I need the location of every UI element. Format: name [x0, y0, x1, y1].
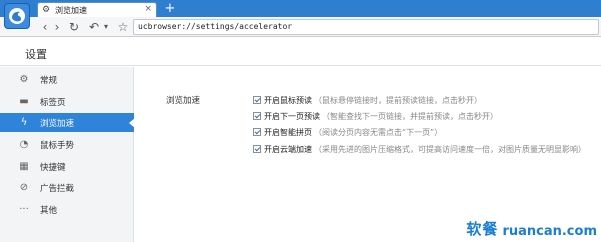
new-tab-button[interactable]: +: [163, 2, 177, 15]
close-icon[interactable]: ×: [144, 4, 152, 14]
sidebar-item-label: 快捷键: [40, 162, 66, 173]
option-next-page-preread[interactable]: 开启下一页预读 （智能查找下一页链接，并提前预读，点击秒开）: [253, 110, 498, 122]
sidebar-item-other[interactable]: ··· 其他: [0, 200, 134, 219]
sidebar-item-label: 其他: [40, 205, 58, 216]
lightning-icon: ϟ: [20, 116, 28, 128]
settings-sidebar: ⚙ 常规 ▬ 标签页 ϟ 浏览加速 ◔ 鼠标手势 ▦ 快捷键 ⊘ 广告拦截 ··…: [0, 67, 135, 242]
tab-title: 浏览加速: [55, 5, 87, 15]
forward-icon[interactable]: ›: [50, 20, 64, 34]
settings-content: 浏览加速 开启鼠标预读 （鼠标悬停链接时，提前预读链接，点击秒开） 开启下一页预…: [135, 67, 601, 242]
sidebar-item-mouse-gesture[interactable]: ◔ 鼠标手势: [0, 135, 134, 154]
section-label: 浏览加速: [166, 96, 201, 106]
settings-header: 设置: [0, 38, 601, 66]
checkbox[interactable]: [253, 112, 261, 120]
option-label: 开启云端加速: [264, 144, 312, 154]
browser-toolbar: ‹ › ↻ ↶ ▾ ☆ ucbrowser://settings/acceler…: [0, 17, 601, 37]
address-bar[interactable]: ucbrowser://settings/accelerator: [133, 19, 599, 35]
option-label: 开启下一页预读: [264, 111, 320, 121]
tab-icon: ▬: [19, 95, 29, 107]
watermark: 软餐 ruancan.com: [466, 218, 597, 239]
more-icon: ···: [19, 203, 29, 215]
watermark-en: ruancan.com: [502, 224, 597, 239]
option-mouse-preread[interactable]: 开启鼠标预读 （鼠标悬停链接时，提前预读链接，点击秒开）: [253, 94, 482, 106]
sidebar-item-label: 常规: [40, 75, 58, 86]
gear-icon: ⚙: [19, 73, 29, 85]
page-title: 设置: [25, 48, 47, 61]
uc-browser-logo[interactable]: [4, 3, 30, 29]
sidebar-item-accelerator[interactable]: ϟ 浏览加速: [0, 113, 135, 132]
option-cloud-acceleration[interactable]: 开启云端加速 （采用先进的图片压缩格式，可提高访问速度一倍，对图片质量无明显影响…: [253, 143, 586, 155]
option-description: （鼠标悬停链接时，提前预读链接，点击秒开）: [314, 95, 482, 105]
sidebar-item-label: 浏览加速: [40, 118, 75, 129]
tab-settings-accelerator[interactable]: ⚙ 浏览加速 ×: [37, 2, 157, 17]
checkbox[interactable]: [253, 128, 261, 136]
checkbox[interactable]: [253, 96, 261, 104]
sidebar-item-general[interactable]: ⚙ 常规: [0, 70, 134, 89]
sidebar-item-adblock[interactable]: ⊘ 广告拦截: [0, 178, 134, 197]
sidebar-item-label: 广告拦截: [40, 183, 75, 194]
address-text: ucbrowser://settings/accelerator: [138, 22, 293, 31]
chevron-down-icon[interactable]: ▾: [99, 20, 113, 34]
checkbox[interactable]: [253, 145, 261, 153]
block-icon: ⊘: [19, 181, 29, 193]
option-label: 开启智能拼页: [264, 127, 312, 137]
option-description: （智能查找下一页链接，并提前预读，点击秒开）: [322, 111, 498, 121]
reload-icon[interactable]: ↻: [67, 20, 81, 34]
mouse-gesture-icon: ◔: [19, 138, 29, 150]
option-description: （采用先进的图片压缩格式，可提高访问速度一倍，对图片质量无明显影响）: [314, 144, 586, 154]
sidebar-item-label: 鼠标手势: [40, 140, 75, 151]
star-icon[interactable]: ☆: [116, 20, 130, 34]
sidebar-item-label: 标签页: [40, 97, 66, 108]
option-smart-page-join[interactable]: 开启智能拼页 （阅读分页内容无需点击“下一页”）: [253, 126, 442, 138]
sidebar-item-shortcuts[interactable]: ▦ 快捷键: [0, 157, 134, 176]
keyboard-icon: ▦: [19, 160, 29, 172]
squirrel-icon: [9, 8, 25, 24]
sidebar-item-tabs[interactable]: ▬ 标签页: [0, 92, 134, 111]
gear-icon: ⚙: [42, 4, 51, 15]
watermark-cn: 软餐: [466, 220, 499, 238]
option-description: （阅读分页内容无需点击“下一页”）: [314, 127, 443, 137]
option-label: 开启鼠标预读: [264, 95, 312, 105]
